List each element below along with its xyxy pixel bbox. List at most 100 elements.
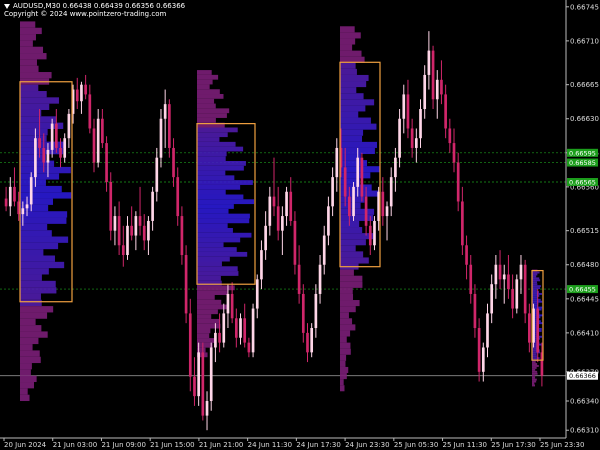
profile-bar — [197, 242, 224, 248]
candle-body — [84, 84, 87, 95]
candle-body — [406, 94, 410, 129]
profile-bar — [340, 87, 357, 94]
candle-body — [63, 138, 67, 158]
profile-bar — [197, 180, 253, 185]
candle-body — [75, 89, 79, 102]
profile-bar — [340, 360, 346, 367]
candle-body — [113, 216, 117, 231]
candle-body — [193, 376, 196, 397]
candle-body — [465, 245, 468, 265]
profile-bar — [532, 279, 541, 282]
profile-bar — [197, 338, 216, 343]
profile-bar — [340, 208, 375, 215]
candle-body — [494, 264, 498, 285]
profile-bar — [197, 161, 246, 166]
candle-body — [264, 225, 267, 251]
candle-body — [368, 225, 372, 246]
time-tick-label: 21 Jun 15:00 — [150, 441, 194, 449]
profile-bar — [20, 223, 48, 231]
candle-body — [163, 104, 167, 119]
profile-bar — [197, 117, 216, 123]
candle-body — [21, 208, 25, 215]
candle-body — [138, 216, 142, 226]
profile-bar — [20, 344, 33, 351]
profile-bar — [20, 249, 44, 256]
profile-bar — [20, 217, 67, 224]
profile-bar — [340, 129, 364, 136]
profile-bar — [197, 333, 210, 339]
candle-body — [260, 250, 263, 280]
profile-bar — [197, 137, 220, 142]
profile-bar — [197, 223, 228, 229]
profile-bar — [340, 38, 356, 45]
profile-bar — [197, 228, 233, 233]
candle-body — [364, 196, 368, 226]
profile-bar — [197, 165, 244, 171]
profile-bar — [340, 287, 353, 294]
level-tag-label: 0.66565 — [569, 179, 596, 187]
candle-body — [419, 109, 422, 139]
candle-body — [469, 264, 473, 294]
profile-bar — [340, 342, 351, 349]
profile-bar — [20, 65, 39, 73]
candle-body — [54, 123, 58, 148]
time-tick-label: 24 Jun 11:30 — [248, 441, 292, 449]
time-tick-label: 20 Jun 2024 — [4, 441, 47, 449]
profile-bar — [20, 356, 41, 364]
profile-bar — [20, 53, 47, 60]
candle-body — [301, 293, 305, 333]
profile-bar — [197, 79, 213, 85]
profile-bar — [197, 127, 238, 133]
profile-bar — [340, 312, 349, 319]
candle-body — [490, 284, 494, 314]
candle-body — [46, 149, 50, 163]
profile-bar — [340, 62, 356, 69]
profile-bar — [340, 81, 367, 88]
candle-body — [226, 293, 230, 314]
profile-bar — [340, 336, 347, 343]
profile-bar — [20, 192, 72, 199]
profile-bar — [20, 116, 57, 123]
profile-bar — [532, 277, 540, 280]
profile-bar — [532, 281, 538, 284]
candle-body — [142, 225, 146, 241]
profile-bar — [20, 230, 52, 237]
candle-body — [209, 347, 213, 402]
candle-body — [159, 118, 163, 158]
candle-body — [318, 264, 322, 294]
candle-body — [528, 313, 531, 343]
profile-bar — [20, 236, 69, 243]
candle-body — [486, 313, 489, 348]
candle-body — [444, 94, 447, 129]
candle-body — [218, 332, 221, 343]
profile-bar — [532, 353, 537, 356]
profile-bar — [197, 247, 237, 252]
profile-bar — [20, 325, 42, 332]
profile-bar — [532, 374, 536, 377]
candle-body — [285, 191, 288, 217]
profile-bar — [20, 280, 56, 288]
profile-bar — [20, 299, 42, 307]
profile-bar — [340, 26, 355, 33]
profile-bar — [20, 350, 40, 357]
profile-bar — [532, 366, 537, 369]
candle-body — [151, 191, 154, 221]
candle-body — [348, 196, 351, 217]
profile-bar — [532, 294, 540, 297]
candle-body — [356, 157, 360, 187]
profile-bar — [197, 199, 255, 205]
time-tick-label: 25 Jun 05:30 — [394, 441, 438, 449]
profile-bar — [197, 213, 250, 219]
price-tick-label: 0.66710 — [570, 37, 599, 45]
candle-body — [481, 347, 485, 372]
profile-bar — [340, 214, 374, 221]
time-tick-label: 24 Jun 17:30 — [296, 441, 340, 449]
profile-bar — [340, 385, 345, 392]
price-chart[interactable]: 0.66745 0.66710 0.66665 0.66630 0.66595 0.665… — [0, 0, 600, 450]
profile-bar — [20, 166, 71, 174]
candle-body — [398, 118, 401, 158]
profile-bar — [532, 382, 535, 385]
candle-body — [536, 308, 540, 353]
profile-bar — [20, 274, 42, 281]
price-tick-label: 0.66665 — [570, 81, 599, 89]
